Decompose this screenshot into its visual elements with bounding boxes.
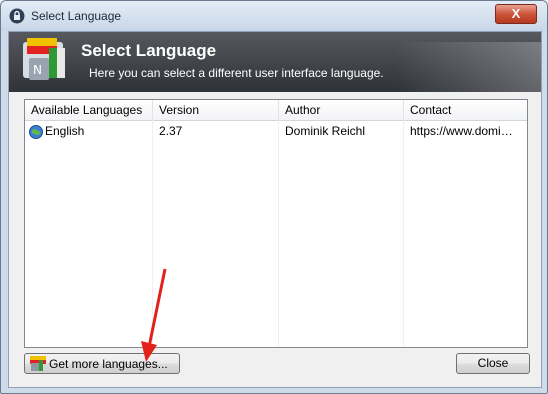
header-banner: N Select Language Here you can select a … (9, 32, 541, 92)
lock-app-icon (9, 8, 25, 24)
row-language: English (45, 124, 85, 138)
banner-title: Select Language (81, 41, 217, 60)
row-contact: https://www.domi… (410, 124, 513, 138)
column-header-author[interactable]: Author (279, 100, 404, 120)
title-bar: Select Language X (1, 1, 547, 31)
list-header: Available Languages Version Author Conta… (25, 100, 527, 121)
column-divider (403, 120, 404, 347)
dialog-client: N Select Language Here you can select a … (8, 31, 542, 388)
close-button[interactable]: Close (456, 353, 530, 374)
column-header-contact[interactable]: Contact (404, 100, 527, 120)
row-version: 2.37 (159, 124, 183, 138)
column-header-version[interactable]: Version (153, 100, 279, 120)
language-flag-icon: N (23, 38, 65, 80)
column-divider (278, 120, 279, 347)
select-language-window: Select Language X N Select Language Here… (0, 0, 548, 394)
window-close-button[interactable]: X (495, 4, 537, 24)
red-arrow-annotation (141, 268, 167, 362)
banner-decoration (395, 42, 541, 92)
svg-text:N: N (33, 63, 42, 77)
row-author: Dominik Reichl (285, 124, 366, 138)
languages-list[interactable]: Available Languages Version Author Conta… (24, 99, 528, 348)
window-title: Select Language (31, 9, 122, 23)
column-header-available-languages[interactable]: Available Languages (25, 100, 153, 120)
banner-subtitle: Here you can select a different user int… (89, 66, 384, 80)
language-flag-small-icon (30, 356, 46, 371)
